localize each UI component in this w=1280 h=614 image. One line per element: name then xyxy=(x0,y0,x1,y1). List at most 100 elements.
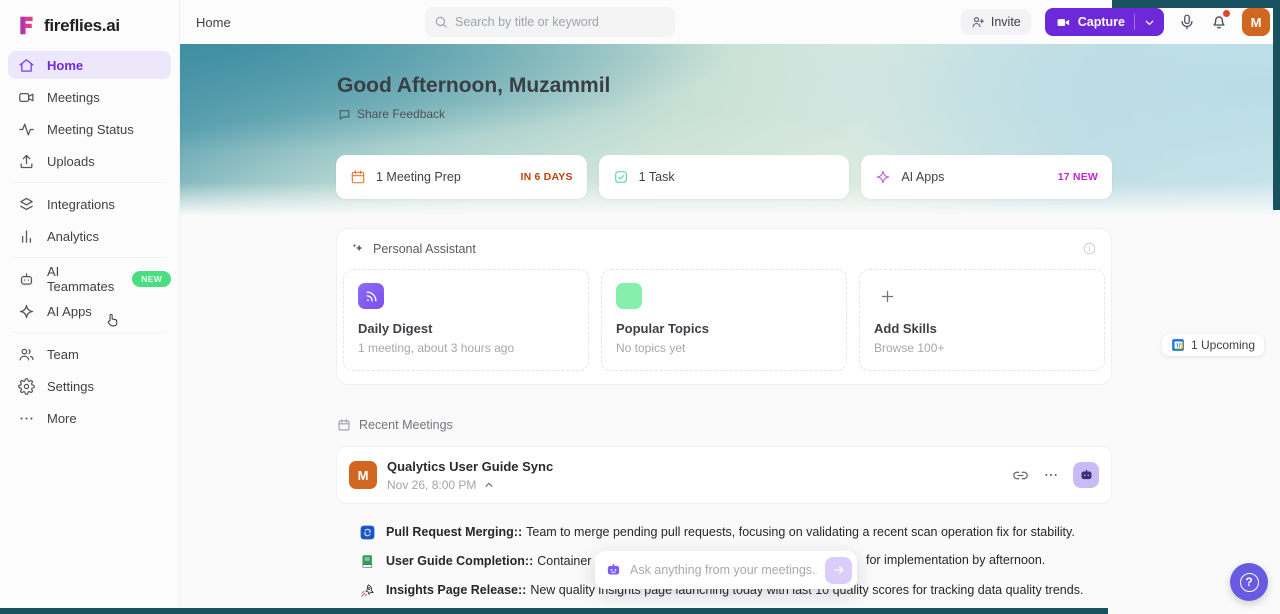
calendar-icon xyxy=(337,418,351,432)
note-topic: Pull Request Merging:: xyxy=(386,525,523,539)
add-skills-tile[interactable]: Add Skills Browse 100+ xyxy=(859,269,1105,371)
ask-fred-bar xyxy=(595,551,857,589)
bot-icon xyxy=(18,271,35,288)
meeting-row[interactable]: M Qualytics User Guide Sync Nov 26, 8:00… xyxy=(336,446,1112,504)
sidebar-item-ai-apps[interactable]: AI Apps xyxy=(8,297,171,325)
help-button[interactable]: ? xyxy=(1230,563,1268,601)
meeting-texts: Qualytics User Guide Sync Nov 26, 8:00 P… xyxy=(387,459,553,492)
note-text-continued: for implementation by afternoon. xyxy=(866,553,1046,567)
activity-icon xyxy=(18,121,35,138)
sidebar-item-meetings[interactable]: Meetings xyxy=(8,83,171,111)
sidebar-item-label: Meetings xyxy=(47,89,100,105)
microphone-button[interactable] xyxy=(1178,13,1196,31)
askfred-button[interactable] xyxy=(1073,462,1099,488)
robot-icon xyxy=(605,562,622,579)
notification-dot xyxy=(1223,10,1230,17)
upload-icon xyxy=(18,153,35,170)
artifact-strip-bottom xyxy=(0,608,1108,614)
brand-logo[interactable]: fireflies.ai xyxy=(0,0,179,36)
search-input[interactable] xyxy=(425,7,675,37)
tile-subtitle: Browse 100+ xyxy=(874,341,945,355)
chat-bubble-icon xyxy=(338,108,351,121)
meeting-actions xyxy=(1012,462,1099,488)
main-area: Home Invite Capture xyxy=(180,0,1280,614)
sidebar-item-home[interactable]: Home xyxy=(8,51,171,79)
ellipsis-icon xyxy=(18,410,35,427)
video-camera-icon xyxy=(18,89,35,106)
meeting-avatar: M xyxy=(349,461,377,489)
capture-main[interactable]: Capture xyxy=(1045,15,1134,30)
send-button[interactable] xyxy=(825,556,852,584)
fireflies-logo-icon xyxy=(16,15,37,36)
tile-title: Popular Topics xyxy=(616,321,709,336)
capture-dropdown[interactable] xyxy=(1134,14,1164,30)
ask-input[interactable] xyxy=(630,563,817,577)
gear-icon xyxy=(18,377,35,395)
sidebar-item-settings[interactable]: Settings xyxy=(8,372,171,400)
meeting-title: Qualytics User Guide Sync xyxy=(387,458,554,474)
invite-label: Invite xyxy=(990,15,1021,29)
sidebar-item-label: Analytics xyxy=(47,228,100,244)
summary-cards: 1 Meeting Prep IN 6 DAYS 1 Task AI Apps … xyxy=(336,155,1113,199)
sidebar-item-meeting-status[interactable]: Meeting Status xyxy=(8,115,171,143)
calendar-icon xyxy=(350,169,366,185)
sidebar-item-label: Meeting Status xyxy=(47,121,134,137)
capture-label: Capture xyxy=(1077,15,1125,29)
sidebar-divider xyxy=(12,257,167,258)
notifications-button[interactable] xyxy=(1210,10,1230,31)
sidebar-item-uploads[interactable]: Uploads xyxy=(8,147,171,175)
topbar-actions: Invite Capture M xyxy=(960,8,1270,36)
share-feedback-link[interactable]: Share Feedback xyxy=(338,107,445,121)
upcoming-meetings-pill[interactable]: 1 Upcoming xyxy=(1161,334,1264,356)
sidebar-item-team[interactable]: Team xyxy=(8,340,171,368)
note-text: Pull Request Merging:: Team to merge pend… xyxy=(386,525,1075,539)
home-icon xyxy=(18,57,35,74)
assistant-tiles: Daily Digest 1 meeting, about 3 hours ag… xyxy=(343,269,1105,371)
sparkle-icon xyxy=(18,303,35,320)
ai-apps-card[interactable]: AI Apps 17 NEW xyxy=(861,155,1113,199)
sidebar-item-label: More xyxy=(47,410,77,426)
meeting-prep-card[interactable]: 1 Meeting Prep IN 6 DAYS xyxy=(336,155,587,199)
send-arrow-icon xyxy=(832,563,846,577)
microphone-icon xyxy=(1178,13,1196,31)
new-badge: NEW xyxy=(132,271,172,287)
due-badge: IN 6 DAYS xyxy=(520,171,573,183)
calendar-31-icon xyxy=(1171,338,1185,352)
rocket-icon xyxy=(360,583,375,598)
artifact-strip-right xyxy=(1273,0,1280,210)
invite-button[interactable]: Invite xyxy=(960,9,1031,35)
copy-link-button[interactable] xyxy=(1012,467,1029,484)
sparkles-icon xyxy=(351,242,365,256)
note-topic: Insights Page Release:: xyxy=(386,583,527,597)
note-topic: User Guide Completion:: xyxy=(386,554,534,568)
task-card[interactable]: 1 Task xyxy=(598,155,850,199)
search-box xyxy=(425,7,675,37)
book-icon xyxy=(360,554,375,569)
sidebar-item-label: AI Teammates xyxy=(47,264,115,294)
sidebar-item-label: AI Apps xyxy=(47,303,92,319)
sidebar-item-analytics[interactable]: Analytics xyxy=(8,222,171,250)
more-options-button[interactable] xyxy=(1043,467,1059,483)
sidebar-item-integrations[interactable]: Integrations xyxy=(8,190,171,218)
daily-digest-tile[interactable]: Daily Digest 1 meeting, about 3 hours ag… xyxy=(343,269,589,371)
bar-chart-icon xyxy=(18,228,35,245)
link-icon xyxy=(1012,467,1029,484)
sidebar-item-ai-teammates[interactable]: AI Teammates NEW xyxy=(8,264,172,294)
upcoming-label: 1 Upcoming xyxy=(1190,338,1255,352)
green-square-icon xyxy=(616,283,642,309)
info-circle-icon[interactable] xyxy=(1082,241,1097,256)
share-feedback-label: Share Feedback xyxy=(357,107,446,121)
section-title: Recent Meetings xyxy=(359,418,453,432)
capture-button[interactable]: Capture xyxy=(1044,8,1164,36)
user-avatar[interactable]: M xyxy=(1242,8,1270,36)
popular-topics-tile[interactable]: Popular Topics No topics yet xyxy=(601,269,847,371)
sidebar-item-more[interactable]: More xyxy=(8,404,171,432)
sidebar-item-label: Settings xyxy=(47,378,94,394)
chevron-up-icon[interactable] xyxy=(483,479,495,491)
sidebar-nav: Home Meetings Meeting Status Uploads Int… xyxy=(0,51,179,432)
people-icon xyxy=(18,346,35,363)
page-title: Home xyxy=(196,14,231,30)
layers-icon xyxy=(18,196,35,213)
plus-icon xyxy=(874,283,900,309)
tile-subtitle: No topics yet xyxy=(616,341,686,355)
